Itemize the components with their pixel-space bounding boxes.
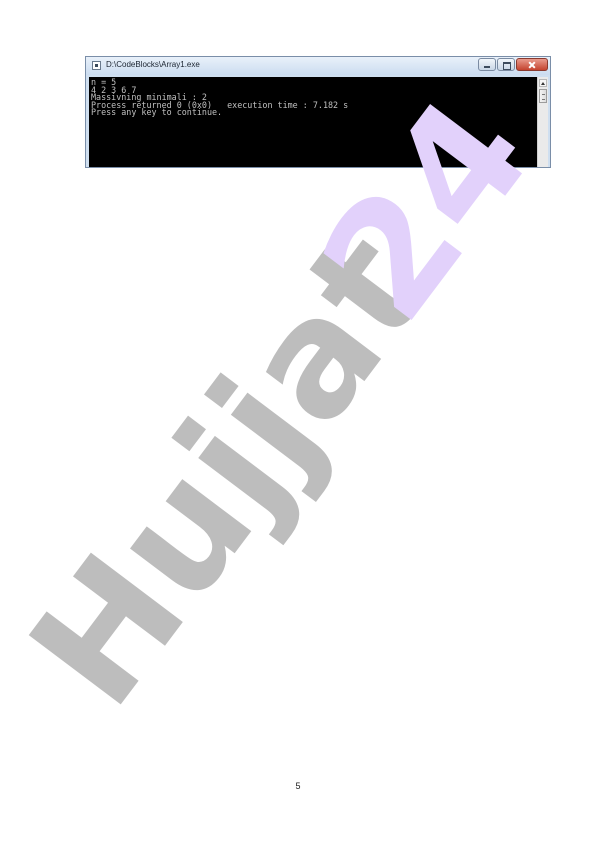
watermark-text-hujjat: Hujjat [0,201,464,739]
page-number: 5 [295,781,301,791]
vertical-scrollbar[interactable] [537,77,548,167]
console-line: Press any key to continue. [91,107,223,117]
window-titlebar[interactable]: D:\CodeBlocks\Array1.exe [86,57,550,75]
window-title: D:\CodeBlocks\Array1.exe [106,60,200,69]
maximize-button[interactable] [497,58,515,71]
scroll-up-arrow-icon[interactable] [539,79,547,87]
console-lines: n = 5 4 2 3 6 7 Massivning minimali : 2 … [89,78,348,117]
minimize-button[interactable] [478,58,496,71]
close-button[interactable] [516,58,548,71]
console-window[interactable]: D:\CodeBlocks\Array1.exe n = 5 4 2 3 6 7… [85,56,551,168]
console-app-icon [92,61,101,70]
scroll-thumb[interactable] [539,89,547,103]
console-output[interactable]: n = 5 4 2 3 6 7 Massivning minimali : 2 … [89,77,537,167]
